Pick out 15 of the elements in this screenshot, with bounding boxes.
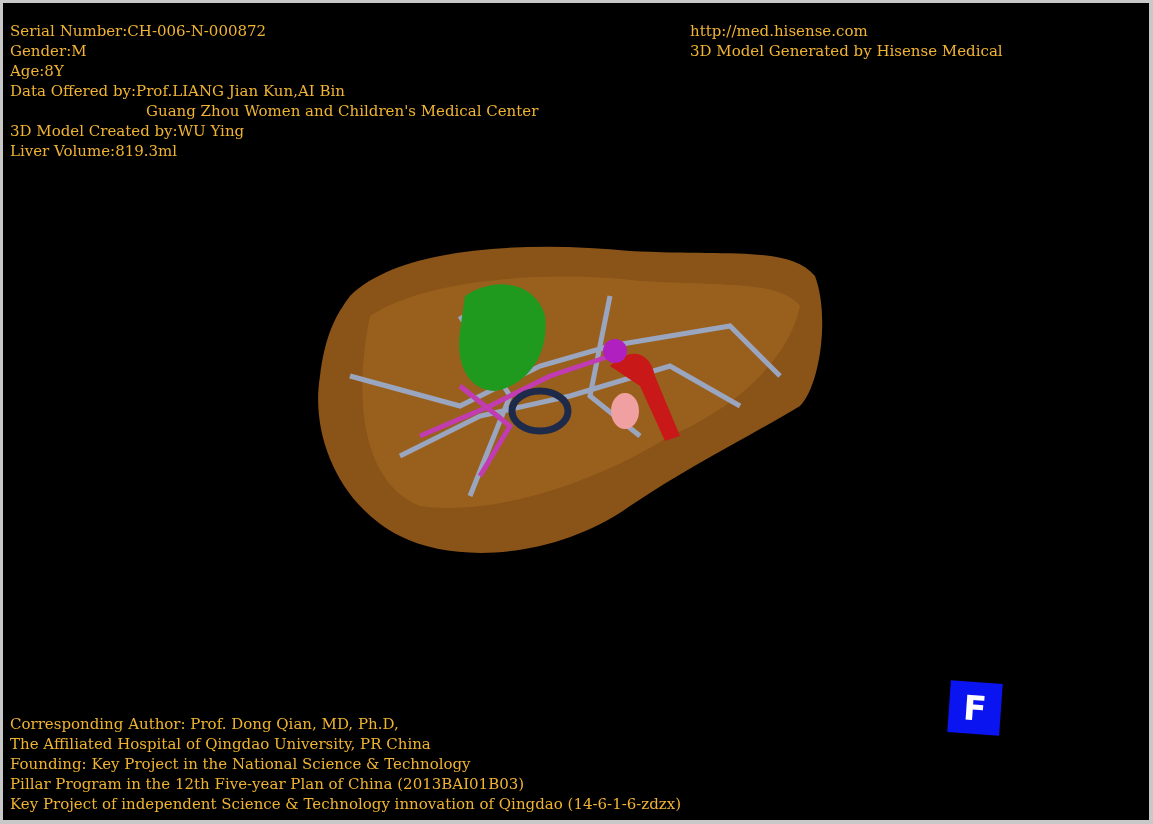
credit-text: Pillar Program in the 12th Five-year Plan of China (2013BAI01B03) <box>10 774 526 794</box>
info-text: 3D Model Generated by Hisense Medical <box>690 41 1003 61</box>
info-text: Gender:M <box>10 41 88 61</box>
info-text: Age:8Y <box>10 61 65 81</box>
credit-text: Key Project of independent Science & Technology innovation of Qingdao (14-6-1-6-zdzx) <box>10 794 682 814</box>
info-text: 3D Model Created by:WU Ying <box>10 121 246 141</box>
info-text: Data Offered by:Prof.LIANG Jian Kun,AI Bin <box>10 81 346 101</box>
info-text: Liver Volume:819.3ml <box>10 141 179 161</box>
info-text: Serial Number:CH-006-N-000872 <box>10 21 268 41</box>
credit-text: Founding: Key Project in the National Science & Technology <box>10 754 472 774</box>
info-text: Guang Zhou Women and Children's Medical Center <box>145 101 540 121</box>
credit-text: Corresponding Author: Prof. Dong Qian, MD, Ph.D, <box>10 714 400 734</box>
orientation-marker[interactable]: F <box>947 680 1003 736</box>
credit-text: The Affiliated Hospital of Qingdao University, PR China <box>10 734 432 754</box>
info-text: http://med.hisense.com <box>690 21 869 41</box>
